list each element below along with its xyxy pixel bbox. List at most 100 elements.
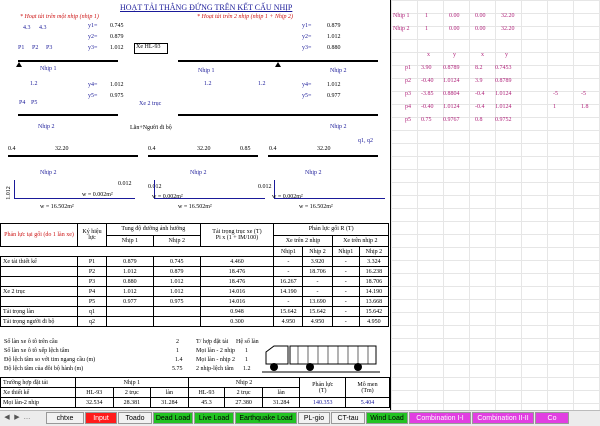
cell-f: - bbox=[331, 286, 360, 297]
r-y4-label: y4= bbox=[302, 82, 312, 88]
b-ln2: làn bbox=[261, 387, 301, 398]
grid-p-label: p3 bbox=[405, 91, 411, 97]
b-v1: 32.534 bbox=[75, 397, 114, 408]
sheet-tab[interactable]: chtxe bbox=[46, 412, 84, 424]
cell-d: - bbox=[273, 256, 304, 267]
cell-e: - bbox=[302, 276, 333, 287]
w-f: w = 16.502m² bbox=[299, 204, 333, 210]
sheet-tab[interactable]: Live Load bbox=[194, 412, 234, 424]
y3-label: y3= bbox=[88, 45, 98, 51]
cell-g: 14.190 bbox=[358, 286, 390, 297]
cell-sym: P2 bbox=[77, 266, 107, 277]
y5-value: 0.975 bbox=[110, 93, 124, 99]
p4-label: P4 bbox=[19, 100, 26, 106]
span2-label-b: Nhịp 2 bbox=[330, 124, 347, 130]
lanes-r2: Số làn xe ô tô xếp lệch tâm bbox=[4, 348, 70, 354]
sheet-tab[interactable]: PL-gio bbox=[298, 412, 330, 424]
grid-p-label: p2 bbox=[405, 78, 411, 84]
grid-val: -5 bbox=[581, 91, 586, 97]
y4-label: y4= bbox=[88, 82, 98, 88]
cell-a: 0.879 bbox=[106, 256, 154, 267]
cell-label bbox=[0, 266, 78, 277]
b-hl2: HL-93 bbox=[187, 387, 226, 398]
r-y2-label: y2= bbox=[302, 34, 312, 40]
t-head: T/ hợp đặt tải bbox=[196, 339, 229, 345]
v04-a: 0.4 bbox=[8, 146, 16, 152]
table-row: Tải trọng làn q1 0.948 15.642 15.642-15.642 bbox=[0, 306, 390, 317]
cell-sym: P5 bbox=[77, 296, 107, 307]
b-reaction: Phản lực (T) bbox=[299, 377, 346, 398]
cell-g: 4.950 bbox=[358, 316, 390, 327]
h-sn3: Nhịp1 bbox=[331, 246, 360, 257]
r-y5-value: 0.977 bbox=[327, 93, 341, 99]
k3: 1.2 bbox=[243, 366, 251, 372]
sheet-tab[interactable]: Combination II-II bbox=[472, 412, 534, 424]
cell-sym: P4 bbox=[77, 286, 107, 297]
cell-a: 0.977 bbox=[106, 296, 154, 307]
sheet-tab[interactable]: Earthquake Load bbox=[235, 412, 297, 424]
span-label-1: Nhịp 1 bbox=[40, 66, 57, 72]
sheet-tab[interactable]: Dead Load bbox=[153, 412, 193, 424]
grid-head: x bbox=[481, 52, 484, 58]
grid-val: -0.4 bbox=[475, 104, 485, 110]
table-row: Xe 2 trục P4 1.012 1.012 14.016 14.190- -14.19… bbox=[0, 286, 390, 297]
left-heading: * Hoạt tải trên một nhịp (nhịp 1) bbox=[20, 14, 99, 20]
cell-g: 13.668 bbox=[358, 296, 390, 307]
worksheet-canvas: HOẠT TẢI THẲNG ĐỨNG TRÊN KẾT CẤU NHỊP * … bbox=[0, 0, 391, 410]
grid-val: 1 bbox=[425, 13, 428, 19]
cell-b: 1.012 bbox=[152, 286, 201, 297]
b-moment-val: 5.404 bbox=[344, 397, 391, 408]
k2: 1 bbox=[245, 357, 248, 363]
r-d12a: 1.2 bbox=[204, 81, 212, 87]
sheet-tab[interactable]: Wind Load bbox=[366, 412, 408, 424]
sheet-tab[interactable]: Combination I-I bbox=[409, 412, 471, 424]
lane-label: Lằn+Người đi bộ bbox=[130, 125, 172, 131]
tab-next-icon[interactable]: ▶ bbox=[12, 412, 22, 424]
w-c: w = 0.002m² bbox=[152, 194, 183, 200]
cell-sym: q2 bbox=[77, 316, 107, 327]
grid-head: x bbox=[427, 52, 430, 58]
support-icon-r bbox=[275, 62, 281, 67]
cell-c: 0.300 bbox=[199, 316, 275, 327]
grid-val: -0.4 bbox=[475, 91, 485, 97]
grid-val: 1 bbox=[425, 26, 428, 32]
grid-val: -5 bbox=[553, 91, 558, 97]
grid-val: 1.0124 bbox=[495, 91, 512, 97]
v04-c: 0.4 bbox=[269, 146, 277, 152]
v3220-c: 32.20 bbox=[317, 146, 331, 152]
cell-d: 15.642 bbox=[273, 306, 304, 317]
y4-value: 1.012 bbox=[110, 82, 124, 88]
tab-more-icon[interactable]: … bbox=[22, 412, 32, 424]
cell-b: 1.012 bbox=[152, 276, 201, 287]
support-icon bbox=[16, 62, 22, 67]
cell-d: 16.267 bbox=[273, 276, 304, 287]
grid-val: 1.0124 bbox=[443, 78, 460, 84]
tandem-label: Xe 2 trục bbox=[139, 101, 162, 107]
grid-val: 0.00 bbox=[449, 13, 460, 19]
grid-val: 0.8 bbox=[475, 117, 483, 123]
b-reaction-val: 140.353 bbox=[299, 397, 346, 408]
cell-b: 0.745 bbox=[152, 256, 201, 267]
cell-d: - bbox=[273, 266, 304, 277]
v085: 0.85 bbox=[240, 146, 251, 152]
t2: Mọi làn - nhịp 2 bbox=[196, 357, 235, 363]
v04-b: 0.4 bbox=[148, 146, 156, 152]
tab-prev-icon[interactable]: ◀ bbox=[2, 412, 12, 424]
table-row: Xe tải thiết kế P1 0.879 0.745 4.460-3.920-3… bbox=[0, 256, 390, 267]
beam-span1-b bbox=[18, 114, 118, 116]
y5-label: y5= bbox=[88, 93, 98, 99]
beam-lane-2 bbox=[148, 155, 258, 157]
b-tr2: 2 trục bbox=[224, 387, 263, 398]
sheet-tab[interactable]: CT-tau bbox=[331, 412, 365, 424]
grid-val: 0.9767 bbox=[443, 117, 460, 123]
sheet-tab[interactable]: Input bbox=[85, 412, 117, 424]
k1: 1 bbox=[245, 348, 248, 354]
cell-label: Tải trọng người đi bộ bbox=[0, 316, 78, 327]
b-v2: 28.381 bbox=[112, 397, 152, 408]
lanes-r3: Độ lệch tâm so với tim ngang cầu (m) bbox=[4, 357, 96, 363]
sheet-tab[interactable]: Co bbox=[535, 412, 569, 424]
y3-value: 1.012 bbox=[110, 45, 124, 51]
lanes-r4: Độ lệch tâm của đôi bộ hành (m) bbox=[4, 366, 84, 372]
sheet-tab[interactable]: Toado bbox=[118, 412, 152, 424]
cell-e: - bbox=[302, 286, 333, 297]
